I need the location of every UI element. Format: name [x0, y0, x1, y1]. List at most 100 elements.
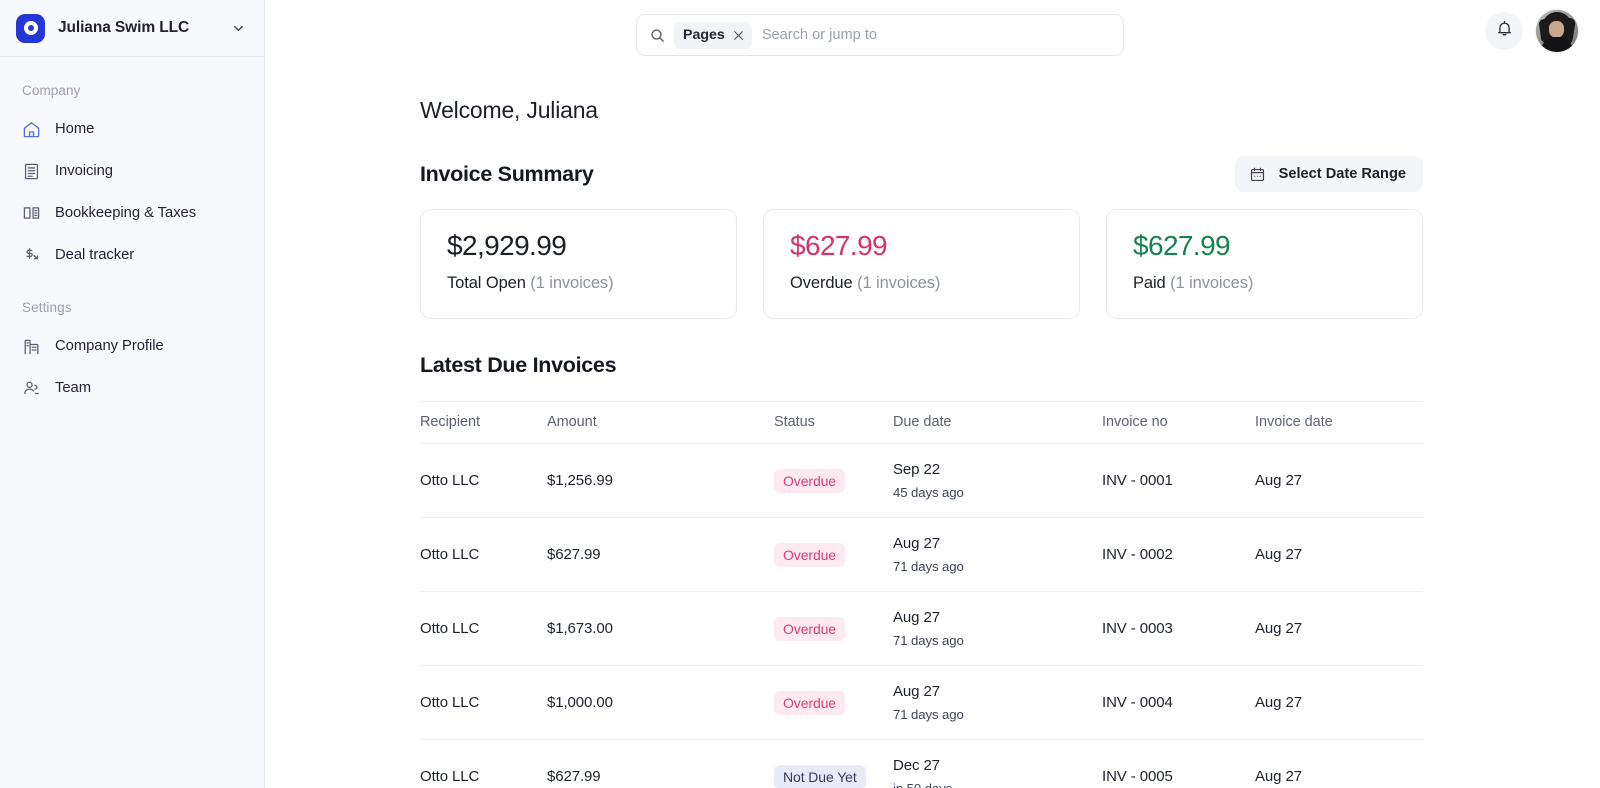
- sidebar-item-deal-tracker[interactable]: Deal tracker: [0, 234, 264, 276]
- table-header: Recipient Amount Status Due date Invoice…: [420, 402, 1423, 444]
- summary-amount: $627.99: [790, 230, 1079, 262]
- select-date-range-button[interactable]: Select Date Range: [1235, 156, 1423, 192]
- search-icon: [649, 27, 666, 44]
- cell-amount: $1,256.99: [547, 444, 774, 518]
- select-date-range-label: Select Date Range: [1279, 166, 1406, 182]
- status-badge: Overdue: [774, 469, 845, 493]
- cell-recipient: Otto LLC: [420, 666, 547, 740]
- calendar-icon: [1249, 166, 1266, 183]
- summary-card-paid[interactable]: $627.99 Paid (1 invoices): [1106, 209, 1423, 319]
- top-bar: Pages: [265, 0, 1600, 70]
- summary-amount: $2,929.99: [447, 230, 736, 262]
- sidebar-item-invoicing[interactable]: Invoicing: [0, 150, 264, 192]
- cell-invoice-no: INV - 0003: [1102, 592, 1255, 666]
- due-date-relative: 71 days ago: [893, 707, 1102, 722]
- sidebar-item-label: Team: [55, 380, 91, 396]
- open-book-icon: [22, 204, 41, 223]
- sidebar: Juliana Swim LLC Company Home Invoicing: [0, 0, 265, 788]
- column-header-invoice-no[interactable]: Invoice no: [1102, 402, 1255, 444]
- table-row[interactable]: Otto LLC $1,673.00 Overdue Aug 27 71 day…: [420, 592, 1423, 666]
- workspace-name: Juliana Swim LLC: [58, 19, 189, 37]
- cell-invoice-no: INV - 0004: [1102, 666, 1255, 740]
- search-box[interactable]: Pages: [636, 14, 1124, 56]
- table-row[interactable]: Otto LLC $1,000.00 Overdue Aug 27 71 day…: [420, 666, 1423, 740]
- table-body: Otto LLC $1,256.99 Overdue Sep 22 45 day…: [420, 444, 1423, 788]
- column-header-due-date[interactable]: Due date: [893, 402, 1102, 444]
- due-date-relative: 45 days ago: [893, 485, 1102, 500]
- sidebar-item-company-profile[interactable]: Company Profile: [0, 325, 264, 367]
- cell-status: Overdue: [774, 666, 893, 740]
- due-date-relative: in 50 days: [893, 781, 1102, 788]
- avatar[interactable]: [1536, 10, 1578, 52]
- cell-status: Not Due Yet: [774, 740, 893, 788]
- summary-label-text: Paid: [1133, 274, 1166, 292]
- invoice-summary-header: Invoice Summary Select Date Range: [420, 156, 1423, 192]
- sidebar-item-label: Deal tracker: [55, 247, 134, 263]
- cell-status: Overdue: [774, 444, 893, 518]
- app-root: Juliana Swim LLC Company Home Invoicing: [0, 0, 1600, 788]
- workspace-switcher[interactable]: Juliana Swim LLC: [0, 0, 264, 57]
- summary-count: (1 invoices): [530, 274, 613, 292]
- column-header-recipient[interactable]: Recipient: [420, 402, 547, 444]
- cell-invoice-date: Aug 27: [1255, 740, 1423, 788]
- sidebar-item-bookkeeping-taxes[interactable]: Bookkeeping & Taxes: [0, 192, 264, 234]
- column-header-status[interactable]: Status: [774, 402, 893, 444]
- main-content: Pages: [265, 0, 1600, 788]
- close-icon[interactable]: [732, 29, 745, 42]
- cell-recipient: Otto LLC: [420, 444, 547, 518]
- cell-due-date: Sep 22 45 days ago: [893, 444, 1102, 518]
- sidebar-item-label: Home: [55, 121, 94, 137]
- summary-count: (1 invoices): [857, 274, 940, 292]
- summary-amount: $627.99: [1133, 230, 1422, 262]
- table-row[interactable]: Otto LLC $627.99 Not Due Yet Dec 27 in 5…: [420, 740, 1423, 788]
- status-badge: Overdue: [774, 543, 845, 567]
- status-badge: Not Due Yet: [774, 765, 866, 788]
- sidebar-item-label: Bookkeeping & Taxes: [55, 205, 196, 221]
- people-icon: [22, 379, 41, 398]
- dashboard: Welcome, Juliana Invoice Summary Select …: [265, 97, 1600, 788]
- summary-card-total-open[interactable]: $2,929.99 Total Open (1 invoices): [420, 209, 737, 319]
- table-row[interactable]: Otto LLC $1,256.99 Overdue Sep 22 45 day…: [420, 444, 1423, 518]
- search-input[interactable]: [762, 15, 1111, 55]
- cell-recipient: Otto LLC: [420, 592, 547, 666]
- notifications-button[interactable]: [1485, 12, 1523, 50]
- summary-label: Overdue (1 invoices): [790, 274, 1079, 293]
- table-row[interactable]: Otto LLC $627.99 Overdue Aug 27 71 days …: [420, 518, 1423, 592]
- circle-target-logo: [16, 14, 45, 43]
- summary-card-overdue[interactable]: $627.99 Overdue (1 invoices): [763, 209, 1080, 319]
- summary-label: Total Open (1 invoices): [447, 274, 736, 293]
- cell-amount: $627.99: [547, 740, 774, 788]
- cell-invoice-no: INV - 0005: [1102, 740, 1255, 788]
- nav-group-label-company: Company: [0, 73, 264, 108]
- search-filter-chip-pages[interactable]: Pages: [674, 22, 752, 49]
- summary-cards: $2,929.99 Total Open (1 invoices) $627.9…: [420, 209, 1423, 319]
- cell-status: Overdue: [774, 518, 893, 592]
- cell-due-date: Aug 27 71 days ago: [893, 592, 1102, 666]
- cell-recipient: Otto LLC: [420, 518, 547, 592]
- sidebar-item-team[interactable]: Team: [0, 367, 264, 409]
- cell-invoice-no: INV - 0001: [1102, 444, 1255, 518]
- top-bar-actions: [1485, 10, 1578, 52]
- status-badge: Overdue: [774, 691, 845, 715]
- cell-amount: $1,673.00: [547, 592, 774, 666]
- home-icon: [22, 120, 41, 139]
- cell-recipient: Otto LLC: [420, 740, 547, 788]
- sidebar-item-label: Company Profile: [55, 338, 164, 354]
- sidebar-item-home[interactable]: Home: [0, 108, 264, 150]
- dollar-arrow-icon: [22, 246, 41, 265]
- sidebar-nav: Company Home Invoicing Bookkeeping & Tax…: [0, 57, 264, 409]
- column-header-amount[interactable]: Amount: [547, 402, 774, 444]
- bell-icon: [1495, 19, 1514, 43]
- invoice-summary-title: Invoice Summary: [420, 162, 594, 187]
- column-header-invoice-date[interactable]: Invoice date: [1255, 402, 1423, 444]
- summary-label-text: Overdue: [790, 274, 853, 292]
- status-badge: Overdue: [774, 617, 845, 641]
- summary-count: (1 invoices): [1170, 274, 1253, 292]
- page-title: Welcome, Juliana: [420, 97, 1600, 124]
- cell-amount: $627.99: [547, 518, 774, 592]
- due-date-value: Aug 27: [893, 683, 1102, 700]
- due-date-value: Dec 27: [893, 757, 1102, 774]
- summary-label: Paid (1 invoices): [1133, 274, 1422, 293]
- cell-invoice-date: Aug 27: [1255, 444, 1423, 518]
- cell-due-date: Aug 27 71 days ago: [893, 518, 1102, 592]
